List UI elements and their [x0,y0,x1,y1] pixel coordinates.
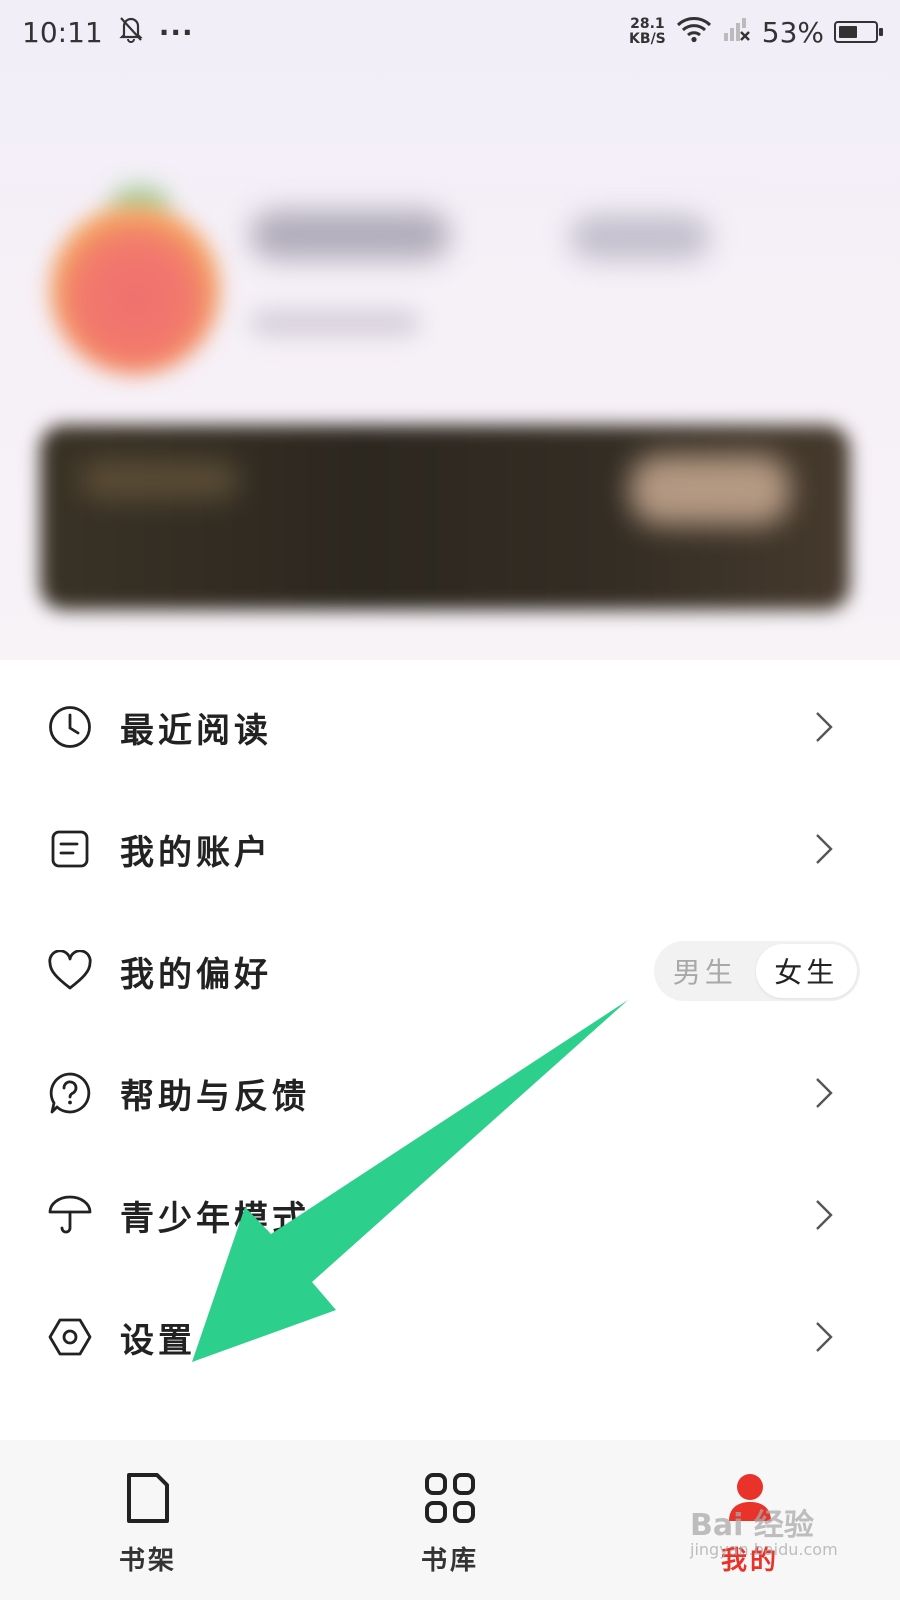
battery-fill [839,26,857,38]
question-bubble-icon [46,1069,94,1117]
hexagon-settings-icon [46,1313,94,1361]
menu-item-teen-mode[interactable]: 青少年模式 [0,1154,900,1276]
grid-library-icon [422,1470,478,1526]
battery-icon [834,21,883,43]
profile-header: 10:11 ··· 28.1 KB/S 53% [0,0,900,660]
menu-label-help-feedback: 帮助与反馈 [120,1076,310,1117]
tab-label-library: 书库 [420,1546,479,1576]
menu-item-recent-reading[interactable]: 最近阅读 [0,666,900,788]
silent-bell-icon [119,15,143,50]
bookshelf-icon [120,1470,176,1526]
battery-percent: 53% [761,15,824,49]
more-notifications: ··· [158,15,194,49]
user-subtitle-blurred [250,310,420,336]
settings-menu: 最近阅读 我的账户 我的偏好 男生 女生 帮助与反馈 青少年模式 设置 [0,660,900,1440]
menu-item-my-account[interactable]: 我的账户 [0,788,900,910]
status-bar: 10:11 ··· 28.1 KB/S 53% [0,0,900,64]
avatar[interactable] [50,205,220,375]
gender-option-female[interactable]: 女生 [755,944,857,998]
username-blurred [250,210,450,260]
menu-label-teen-mode: 青少年模式 [120,1198,310,1239]
menu-label-my-account: 我的账户 [120,832,272,873]
tab-label-bookshelf: 书架 [118,1546,177,1576]
cell-signal-icon [722,15,752,50]
menu-item-settings[interactable]: 设置 [0,1276,900,1398]
document-icon [46,825,94,873]
menu-item-help-feedback[interactable]: 帮助与反馈 [0,1032,900,1154]
status-time: 10:11 [22,15,103,49]
gender-option-male[interactable]: 男生 [654,944,756,998]
menu-label-my-preference: 我的偏好 [120,954,272,995]
chevron-right-icon [810,1073,838,1113]
clock-icon [46,703,94,751]
tab-bookshelf[interactable]: 书架 [48,1440,248,1600]
tab-library[interactable]: 书库 [350,1440,550,1600]
chevron-right-icon [810,1195,838,1235]
menu-label-settings: 设置 [120,1320,196,1361]
menu-item-my-preference[interactable]: 我的偏好 男生 女生 [0,910,900,1032]
watermark-logo: Bai 经验 [690,1508,814,1543]
promo-banner-text-blurred [80,460,240,500]
network-speed: 28.1 KB/S [629,16,666,47]
heart-icon [46,947,94,995]
promo-banner-button-blurred[interactable] [630,455,790,525]
chevron-right-icon [810,1317,838,1357]
watermark-url: jingyan.baidu.com [690,1540,838,1559]
wifi-icon [676,15,712,50]
umbrella-icon [46,1191,94,1239]
chevron-right-icon [810,829,838,869]
menu-label-recent-reading: 最近阅读 [120,710,272,751]
user-badge-blurred [570,215,710,260]
gender-preference-toggle[interactable]: 男生 女生 [654,941,860,1001]
chevron-right-icon [810,707,838,747]
